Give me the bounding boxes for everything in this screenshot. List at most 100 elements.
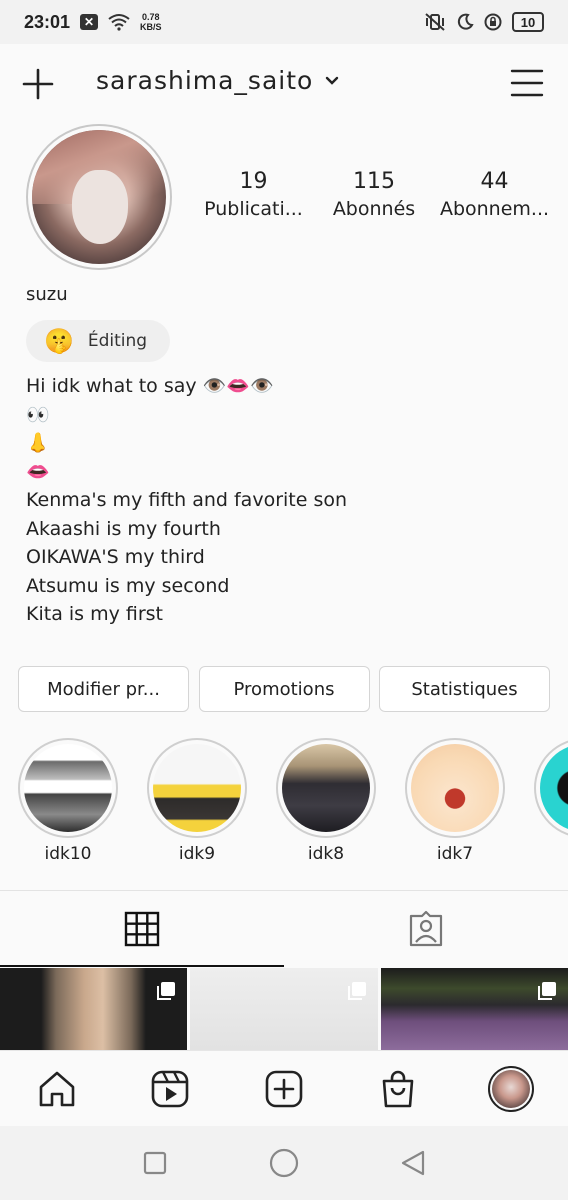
highlight-cover (24, 744, 112, 832)
highlight-ring (534, 738, 568, 838)
nav-create[interactable] (256, 1061, 312, 1117)
story-highlights: idk10 idk9 idk8 idk7 (0, 738, 568, 868)
bottom-navigation (0, 1050, 568, 1126)
bio-line: OIKAWA'S my third (26, 546, 205, 568)
reels-icon (152, 1070, 189, 1107)
stat-posts-label: Publicati... (204, 198, 303, 220)
wifi-icon (108, 14, 130, 31)
profile-actions: Modifier pr... Promotions Statistiques (18, 666, 550, 712)
highlight-cover (540, 744, 568, 832)
create-post-icon (265, 1070, 303, 1107)
category-label: Éditing (87, 331, 148, 351)
status-bar: 23:01 ✕ 0.78 KB/S 10 (0, 0, 568, 44)
circle-icon (269, 1148, 299, 1178)
stat-posts-value: 19 (239, 169, 268, 194)
bio-line: Atsumu is my second (26, 574, 230, 597)
bio-line: Kenma's my fifth and favorite son (26, 489, 348, 511)
back-triangle-icon (402, 1150, 425, 1176)
home-icon (39, 1071, 75, 1106)
grid-icon (124, 911, 160, 947)
bio-line: 👀 (26, 403, 50, 426)
status-left: 23:01 ✕ 0.78 KB/S (24, 12, 162, 33)
profile-avatar-small (488, 1065, 535, 1112)
hamburger-menu-icon[interactable] (510, 66, 544, 100)
square-icon (143, 1151, 166, 1175)
edit-profile-button[interactable]: Modifier pr... (18, 666, 189, 712)
network-speed: 0.78 KB/S (140, 12, 162, 32)
tab-tagged[interactable] (284, 891, 568, 967)
highlight-item[interactable]: idk7 (405, 738, 505, 864)
username: sarashima_saito (96, 66, 314, 95)
highlight-cover (411, 744, 499, 832)
stat-followers[interactable]: 115 Abonnés (317, 168, 432, 222)
shopping-bag-icon (382, 1070, 413, 1107)
highlight-item[interactable]: idk9 (147, 738, 247, 864)
status-right: 10 (424, 12, 544, 32)
multiple-posts-icon (347, 982, 366, 1000)
moon-icon (457, 13, 474, 30)
bio: Hi idk what to say 👁️👄👁️ 👀 👃 👄 Kenma's m… (26, 372, 546, 629)
lock-rotation-icon (484, 13, 502, 31)
bio-line: 👃 (26, 432, 50, 454)
new-post-plus-icon[interactable] (20, 66, 56, 102)
stat-following-value: 44 (480, 169, 509, 194)
highlight-ring (147, 738, 247, 838)
nav-reels[interactable] (142, 1061, 198, 1117)
profile-avatar[interactable] (26, 124, 172, 270)
tagged-person-icon (409, 910, 443, 947)
display-name: suzu (26, 284, 68, 305)
highlight-cover (153, 744, 241, 832)
avatar-thumbnail (492, 1069, 531, 1108)
profile-tabs (0, 890, 568, 967)
post-grid (0, 968, 568, 1050)
multiple-posts-icon (157, 982, 176, 1000)
recent-apps-button[interactable] (135, 1143, 175, 1183)
avatar-face (72, 170, 129, 244)
multiple-posts-icon (537, 982, 556, 1000)
highlight-ring (276, 738, 376, 838)
highlight-item[interactable]: idk10 (18, 738, 118, 864)
bio-line: 👄 (26, 460, 50, 483)
post-thumbnail[interactable] (380, 968, 568, 1050)
profile-stats: 19 Publicati... 115 Abonnés 44 Abonnem..… (196, 168, 552, 222)
notification-icon: ✕ (80, 14, 99, 30)
bio-line: Akaashi is my fourth (26, 517, 221, 540)
highlight-label: idk8 (307, 844, 345, 864)
nav-profile[interactable] (483, 1061, 539, 1117)
bio-line: Hi idk what to say 👁️👄👁️ (26, 375, 274, 397)
account-switcher[interactable]: sarashima_saito (96, 66, 339, 95)
clock: 23:01 (24, 11, 71, 32)
promotions-button[interactable]: Promotions (198, 666, 370, 712)
nav-home[interactable] (29, 1061, 85, 1117)
stat-followers-value: 115 (353, 169, 395, 194)
highlight-label: idk10 (44, 844, 92, 864)
battery-icon: 10 (512, 12, 544, 32)
stat-followers-label: Abonnés (332, 198, 416, 220)
speed-value: 0.78 (142, 12, 160, 22)
highlight-ring (405, 738, 505, 838)
system-navigation (0, 1126, 568, 1200)
shushing-face-icon: 🤫 (44, 327, 74, 355)
stat-following-label: Abonnem... (439, 198, 550, 220)
highlight-item[interactable]: idk8 (276, 738, 376, 864)
highlight-cover (282, 744, 370, 832)
nav-shop[interactable] (370, 1061, 426, 1117)
avatar-image (32, 130, 166, 264)
post-thumbnail[interactable] (0, 968, 188, 1050)
bio-line: Kita is my first (26, 603, 164, 625)
category-chip[interactable]: 🤫 Éditing (26, 320, 170, 362)
profile-header: sarashima_saito (0, 44, 568, 122)
highlight-label: idk9 (178, 844, 216, 864)
insights-button[interactable]: Statistiques (379, 666, 550, 712)
vibrate-icon (425, 13, 445, 31)
back-system-button[interactable] (393, 1143, 433, 1183)
highlight-item[interactable] (534, 738, 568, 844)
stat-following[interactable]: 44 Abonnem... (437, 168, 552, 222)
stat-posts[interactable]: 19 Publicati... (196, 168, 311, 222)
speed-unit: KB/S (140, 22, 162, 32)
post-thumbnail[interactable] (190, 968, 378, 1050)
tab-posts-grid[interactable] (0, 891, 284, 967)
highlight-label: idk7 (436, 844, 474, 864)
chevron-down-icon (326, 76, 339, 85)
home-system-button[interactable] (264, 1143, 304, 1183)
